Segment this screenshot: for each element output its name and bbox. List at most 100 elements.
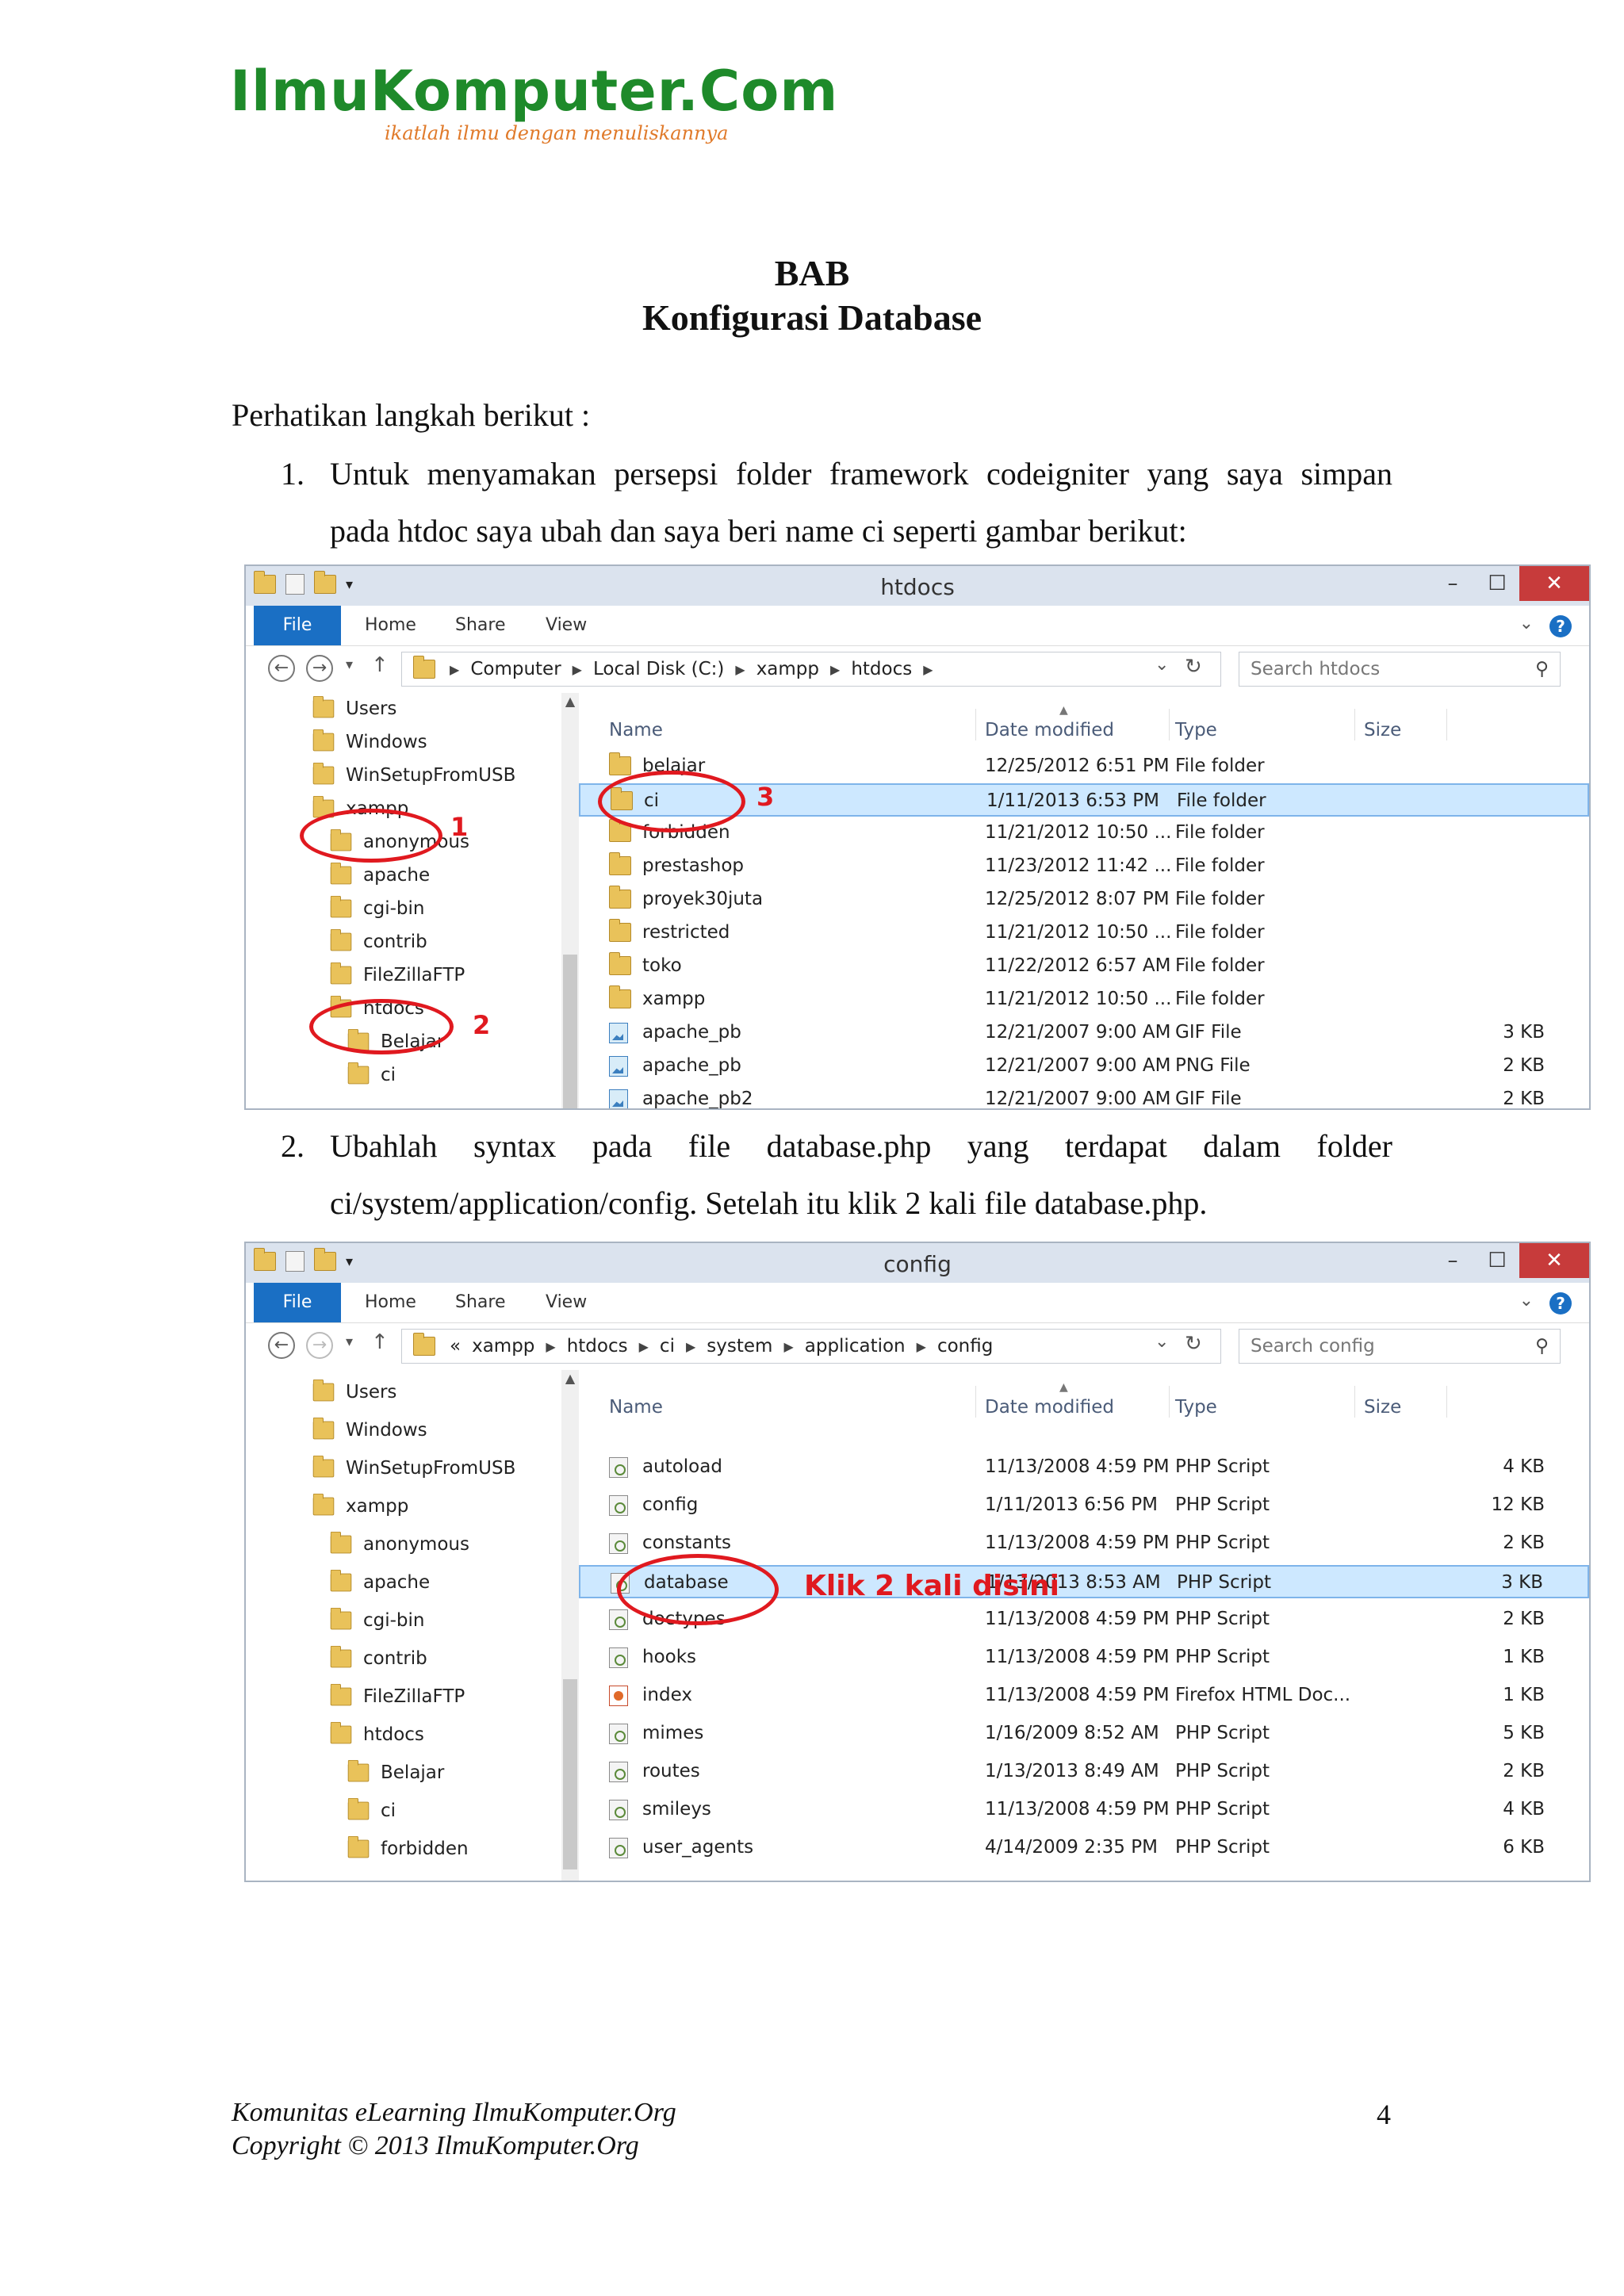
tab-home[interactable]: Home [365,1283,416,1322]
breadcrumb-ci[interactable]: ci [660,1336,675,1357]
file-row[interactable]: routes 1/13/2013 8:49 AM PHP Script 2 KB [579,1755,1589,1789]
up-icon[interactable]: ↑ [371,653,389,677]
file-row[interactable]: config 1/11/2013 6:56 PM PHP Script 12 KB [579,1489,1589,1522]
column-header-type[interactable]: Type [1175,720,1217,740]
nav-item-users[interactable]: Users [312,693,396,725]
nav-item-apache[interactable]: apache [330,1567,430,1598]
breadcrumb-xampp[interactable]: xampp [756,659,819,679]
file-row[interactable]: forbidden 11/21/2012 10:50 ... File folder [579,817,1589,850]
nav-item-belajar[interactable]: Belajar [347,1757,444,1789]
file-row[interactable]: user_agents 4/14/2009 2:35 PM PHP Script 6 … [579,1831,1589,1865]
breadcrumb-system[interactable]: system [707,1336,772,1357]
nav-item-winsetupfromusb[interactable]: WinSetupFromUSB [312,1452,515,1484]
tab-view[interactable]: View [546,606,587,645]
file-row[interactable]: toko 11/22/2012 6:57 AM File folder [579,950,1589,983]
nav-item-contrib[interactable]: contrib [330,1643,427,1674]
expand-ribbon-icon[interactable]: ⌄ [1519,1291,1534,1311]
column-header-date[interactable]: Date modified [985,1397,1114,1418]
breadcrumb-local-disk[interactable]: Local Disk (C:) [593,659,724,679]
minimize-button[interactable]: – [1431,566,1475,601]
nav-item-anonymous[interactable]: anonymous [330,1529,469,1560]
nav-item-cgi-bin[interactable]: cgi-bin [330,893,425,924]
address-dropdown-icon[interactable]: ⌄ [1155,1332,1169,1352]
file-row[interactable]: constants 11/13/2008 4:59 PM PHP Script 2 K… [579,1527,1589,1560]
tab-share[interactable]: Share [455,606,506,645]
nav-item-filezillaftp[interactable]: FileZillaFTP [330,1681,465,1712]
file-row[interactable]: index 11/13/2008 4:59 PM Firefox HTML Doc.… [579,1679,1589,1712]
breadcrumb-config[interactable]: config [937,1336,993,1357]
column-header-name[interactable]: Name [609,1397,663,1418]
tab-view[interactable]: View [546,1283,587,1322]
nav-item-windows[interactable]: Windows [312,1414,427,1446]
tab-share[interactable]: Share [455,1283,506,1322]
tab-file[interactable]: File [254,606,341,645]
forward-icon[interactable]: → [306,655,333,682]
recent-locations-icon[interactable]: ▾ [346,656,353,673]
back-icon[interactable]: ← [268,1332,295,1359]
search-input[interactable]: Search config ⚲ [1239,1329,1561,1364]
file-row[interactable]: mimes 1/16/2009 8:52 AM PHP Script 5 KB [579,1717,1589,1751]
column-header-date[interactable]: Date modified [985,720,1114,740]
file-row[interactable]: hooks 11/13/2008 4:59 PM PHP Script 1 KB [579,1641,1589,1674]
breadcrumb-computer[interactable]: Computer [470,659,561,679]
file-row[interactable]: belajar 12/25/2012 6:51 PM File folder [579,750,1589,783]
nav-item-contrib[interactable]: contrib [330,926,427,958]
nav-item-winsetupfromusb[interactable]: WinSetupFromUSB [312,760,515,791]
file-row[interactable]: restricted 11/21/2012 10:50 ... File folde… [579,916,1589,950]
nav-item-xampp[interactable]: xampp [312,1490,408,1522]
nav-item-htdocs[interactable]: htdocs [330,1719,424,1751]
column-header-size[interactable]: Size [1364,1397,1401,1418]
refresh-icon[interactable]: ↻ [1185,655,1202,679]
column-header-size[interactable]: Size [1364,720,1401,740]
scroll-up-icon[interactable]: ▲ [561,1370,579,1387]
breadcrumb-xampp[interactable]: xampp [472,1336,534,1357]
breadcrumb-htdocs[interactable]: htdocs [851,659,912,679]
scroll-up-icon[interactable]: ▲ [561,693,579,710]
tab-file[interactable]: File [254,1283,341,1322]
search-input[interactable]: Search htdocs ⚲ [1239,652,1561,687]
breadcrumb-htdocs[interactable]: htdocs [567,1336,628,1357]
nav-item-users[interactable]: Users [312,1376,396,1408]
back-icon[interactable]: ← [268,655,295,682]
nav-item-ci[interactable]: ci [347,1795,396,1827]
address-bar[interactable]: ▶ Computer ▶ Local Disk (C:) ▶ xampp ▶ h… [401,652,1221,687]
file-row[interactable]: apache_pb2 12/21/2007 9:00 AM GIF File 2 KB [579,1083,1589,1108]
maximize-button[interactable]: ☐ [1475,1243,1519,1278]
file-row[interactable]: apache_pb 12/21/2007 9:00 AM GIF File 3 KB [579,1016,1589,1050]
help-icon[interactable]: ? [1549,1292,1572,1314]
nav-item-forbidden[interactable]: forbidden [347,1833,469,1865]
nav-item-ci[interactable]: ci [347,1059,396,1091]
minimize-button[interactable]: – [1431,1243,1475,1278]
breadcrumb-application[interactable]: application [805,1336,906,1357]
column-header-type[interactable]: Type [1175,1397,1217,1418]
file-row[interactable]: proyek30juta 12/25/2012 8:07 PM File folde… [579,883,1589,916]
file-row[interactable]: apache_pb 12/21/2007 9:00 AM PNG File 2 KB [579,1050,1589,1083]
nav-item-apache[interactable]: apache [330,859,430,891]
expand-ribbon-icon[interactable]: ⌄ [1519,614,1534,633]
nav-scrollbar[interactable]: ▲ [561,693,579,1108]
file-row[interactable]: prestashop 11/23/2012 11:42 ... File folde… [579,850,1589,883]
file-row[interactable]: autoload 11/13/2008 4:59 PM PHP Script 4 KB [579,1451,1589,1484]
file-type: File folder [1175,989,1265,1009]
nav-item-windows[interactable]: Windows [312,726,427,758]
nav-item-cgi-bin[interactable]: cgi-bin [330,1605,425,1636]
file-row[interactable]: smileys 11/13/2008 4:59 PM PHP Script 4 KB [579,1793,1589,1827]
recent-locations-icon[interactable]: ▾ [346,1334,353,1350]
scroll-thumb[interactable] [563,955,577,1108]
close-button[interactable]: ✕ [1519,566,1589,601]
address-dropdown-icon[interactable]: ⌄ [1155,655,1169,675]
up-icon[interactable]: ↑ [371,1330,389,1354]
help-icon[interactable]: ? [1549,615,1572,637]
nav-item-filezillaftp[interactable]: FileZillaFTP [330,959,465,991]
scroll-thumb[interactable] [563,1679,577,1869]
breadcrumb-overflow[interactable]: « [450,1336,461,1357]
address-bar[interactable]: « xampp ▶ htdocs ▶ ci ▶ system ▶ applica… [401,1329,1221,1364]
tab-home[interactable]: Home [365,606,416,645]
column-header-name[interactable]: Name [609,720,663,740]
close-button[interactable]: ✕ [1519,1243,1589,1278]
nav-scrollbar[interactable]: ▲ [561,1370,579,1881]
maximize-button[interactable]: ☐ [1475,566,1519,601]
forward-icon[interactable]: → [306,1332,333,1359]
refresh-icon[interactable]: ↻ [1185,1332,1202,1356]
file-row[interactable]: xampp 11/21/2012 10:50 ... File folder [579,983,1589,1016]
